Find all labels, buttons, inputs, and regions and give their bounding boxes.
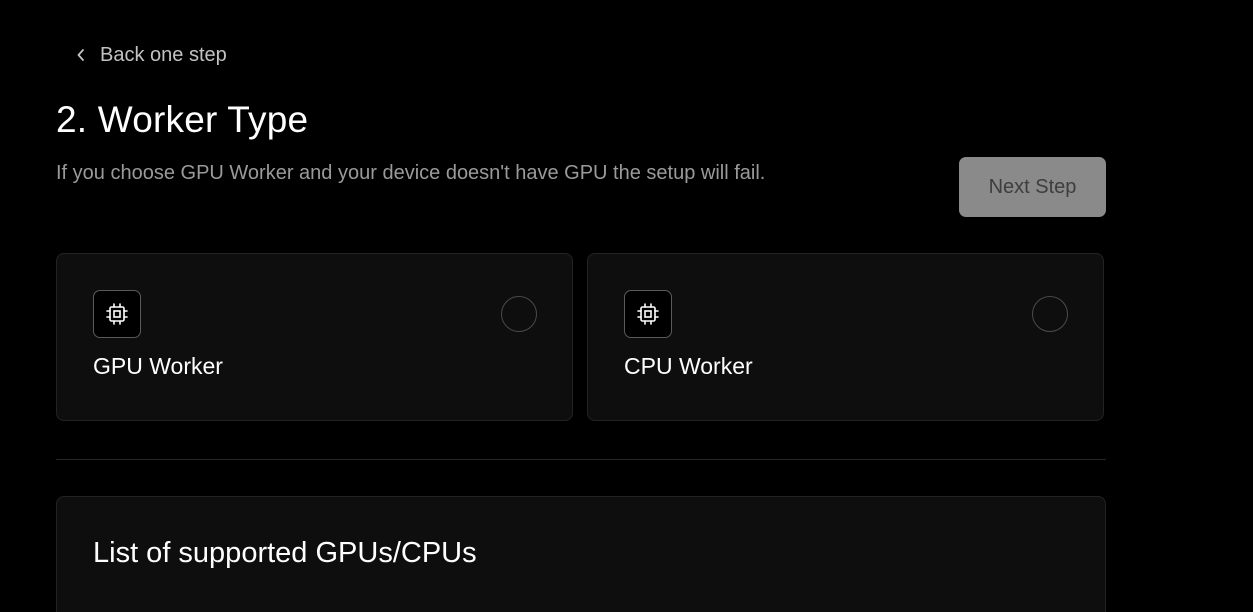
back-one-step-link[interactable]: Back one step [76, 40, 227, 70]
supported-hardware-panel: List of supported GPUs/CPUs [56, 496, 1106, 612]
cpu-worker-radio[interactable] [1032, 296, 1068, 332]
worker-setup-page: Back one step 2. Worker Type If you choo… [0, 0, 1253, 612]
page-title: 2. Worker Type [56, 99, 309, 140]
chip-icon [624, 290, 672, 338]
chevron-left-icon [76, 48, 86, 62]
gpu-worker-option[interactable]: GPU Worker [56, 253, 573, 421]
next-step-button[interactable]: Next Step [959, 157, 1106, 217]
gpu-worker-radio[interactable] [501, 296, 537, 332]
supported-list-title: List of supported GPUs/CPUs [93, 537, 477, 569]
chip-icon [93, 290, 141, 338]
back-link-label: Back one step [100, 43, 227, 66]
section-divider [56, 459, 1106, 460]
cpu-worker-label: CPU Worker [624, 353, 753, 379]
page-description: If you choose GPU Worker and your device… [56, 162, 766, 184]
cpu-worker-option[interactable]: CPU Worker [587, 253, 1104, 421]
gpu-worker-label: GPU Worker [93, 353, 223, 379]
